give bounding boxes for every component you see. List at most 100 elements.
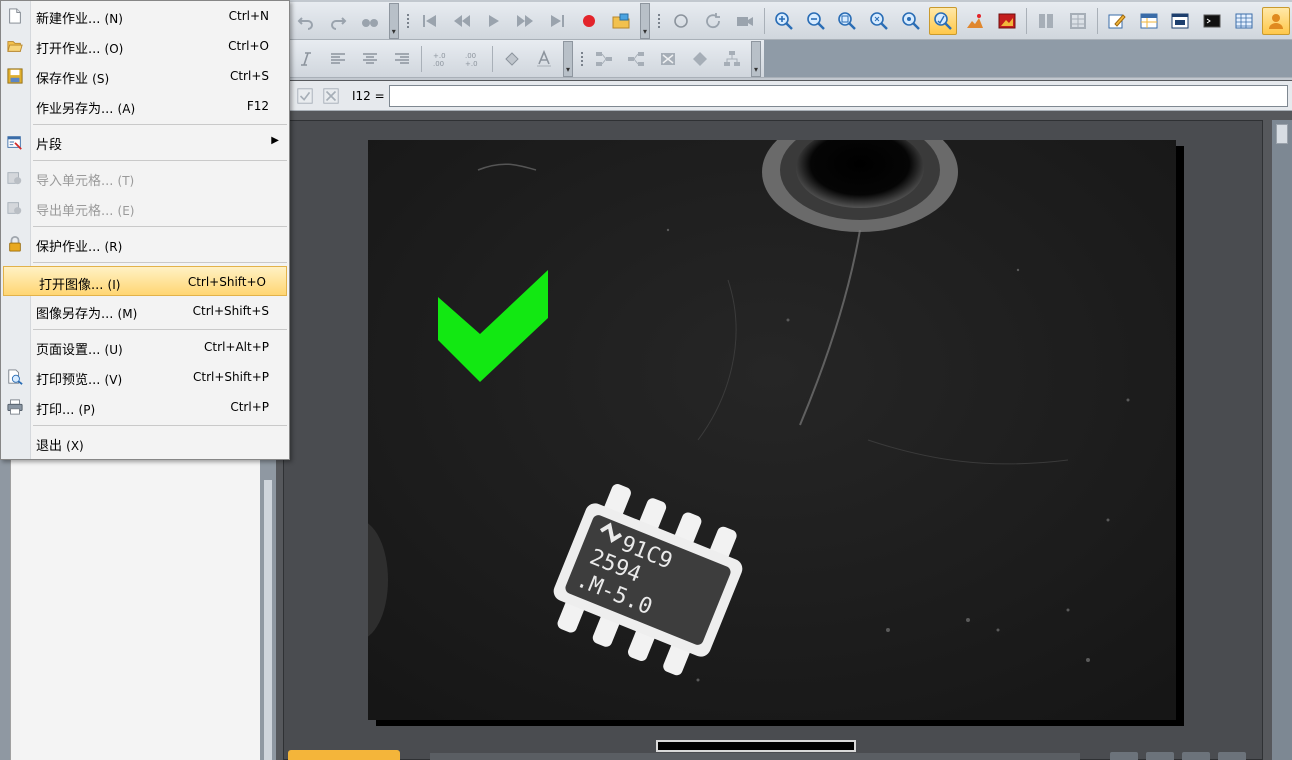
toolbar-overflow-chevron[interactable]: ▾: [388, 2, 399, 39]
open-image-folder-button[interactable]: [607, 7, 635, 35]
decrease-decimal-button[interactable]: .00 +.0: [459, 45, 487, 73]
nav-button-3[interactable]: [1182, 752, 1210, 760]
zoom-fit-button[interactable]: [833, 7, 861, 35]
camera-button[interactable]: [731, 7, 759, 35]
menu-separator: [33, 226, 287, 227]
menu-separator: [33, 329, 287, 330]
font-color-button[interactable]: [530, 45, 558, 73]
increase-decimal-icon: +.0.00: [433, 52, 446, 68]
record-button[interactable]: [575, 7, 603, 35]
horizontal-scrollbar[interactable]: [430, 753, 1080, 760]
increase-decimal-button[interactable]: +.0.00: [427, 45, 455, 73]
fill-color-button[interactable]: [498, 45, 526, 73]
skip-first-icon: [422, 14, 436, 27]
refresh-icon: [705, 12, 720, 28]
menu-item-save-job[interactable]: 保存作业 (S) Ctrl+S: [1, 61, 289, 91]
svg-text:+.0: +.0: [465, 60, 478, 68]
find-button[interactable]: [356, 7, 384, 35]
menu-separator: [33, 425, 287, 426]
terminal-view-button[interactable]: [1198, 7, 1226, 35]
skip-last-icon: [551, 14, 565, 27]
zoom-out-button[interactable]: [802, 7, 830, 35]
menu-item-page-setup[interactable]: 页面设置... (U) Ctrl+Alt+P: [1, 332, 289, 362]
menu-item-snippet[interactable]: 片段 ▶: [1, 127, 289, 157]
refresh-button[interactable]: [699, 7, 727, 35]
toolbar-grip-3[interactable]: [578, 44, 586, 74]
pane-splitter[interactable]: [264, 480, 272, 760]
format-toolbar-chevron-2[interactable]: ▾: [751, 40, 761, 77]
menu-shortcut: Ctrl+Shift+P: [193, 370, 269, 384]
zoom-fit-icon: [838, 11, 857, 30]
menu-shortcut: Ctrl+Shift+O: [187, 275, 266, 289]
terminal-icon: [1203, 14, 1221, 27]
menu-item-save-image-as[interactable]: 图像另存为... (M) Ctrl+Shift+S: [1, 296, 289, 326]
zoom-fill-button[interactable]: [897, 7, 925, 35]
first-image-button[interactable]: [416, 7, 444, 35]
formula-cancel-button[interactable]: [320, 85, 342, 107]
camera-image[interactable]: 91C9 2594 .M-5.0: [368, 140, 1176, 720]
zoom-selected-button[interactable]: [929, 6, 958, 35]
graphics-overlay-icon: [967, 13, 984, 28]
spreadsheet-icon: [1140, 13, 1158, 28]
user-online-button[interactable]: [1262, 6, 1291, 35]
graphics-overlay-button[interactable]: [961, 7, 989, 35]
layout-grid-button[interactable]: [1064, 7, 1092, 35]
fast-forward-button[interactable]: [511, 7, 539, 35]
menu-item-open-job[interactable]: 打开作业... (O) Ctrl+O: [1, 31, 289, 61]
dependency-trace-button[interactable]: [590, 45, 618, 73]
edit-properties-button[interactable]: [1103, 7, 1131, 35]
image-view-button[interactable]: [993, 7, 1021, 35]
menu-item-save-job-as[interactable]: 作业另存为... (A) F12: [1, 91, 289, 121]
menu-item-exit[interactable]: 退出 (X): [1, 428, 289, 458]
bottom-tab[interactable]: [288, 750, 400, 760]
menu-item-open-image[interactable]: 打开图像... (I) Ctrl+Shift+O: [3, 266, 287, 296]
nav-button-4[interactable]: [1218, 752, 1246, 760]
play-button[interactable]: [479, 7, 507, 35]
toolbar-overflow-chevron-2[interactable]: ▾: [640, 2, 650, 39]
precedents-button[interactable]: [622, 45, 650, 73]
import-cells-icon: [6, 169, 24, 187]
menu-item-print[interactable]: 打印... (P) Ctrl+P: [1, 392, 289, 422]
rewind-button[interactable]: [448, 7, 476, 35]
custom-view-button[interactable]: [1167, 7, 1195, 35]
align-left-button[interactable]: [324, 45, 352, 73]
zoom-actual-button[interactable]: [865, 7, 893, 35]
formula-accept-button[interactable]: [294, 85, 316, 107]
table-view-button[interactable]: [1230, 7, 1258, 35]
last-image-button[interactable]: [543, 7, 571, 35]
left-pane-content[interactable]: [10, 460, 260, 760]
redo-button[interactable]: [324, 7, 352, 35]
right-side-tab[interactable]: [1276, 124, 1288, 144]
undo-button[interactable]: [292, 7, 320, 35]
cancel-box-icon: [323, 87, 339, 104]
menu-item-import-cells[interactable]: 导入单元格... (T): [1, 163, 289, 193]
fast-forward-icon: [517, 14, 534, 27]
live-mode-button[interactable]: [667, 7, 695, 35]
tree-button[interactable]: [718, 45, 746, 73]
svg-text:+.0: +.0: [433, 52, 446, 60]
font-color-icon: [537, 49, 551, 67]
zoom-in-button[interactable]: [770, 7, 798, 35]
toolbar-grip-2[interactable]: [655, 6, 663, 36]
zoom-actual-icon: [870, 11, 889, 30]
format-toolbar-chevron[interactable]: ▾: [563, 40, 573, 77]
formula-input[interactable]: [388, 84, 1288, 107]
diamond-button[interactable]: [686, 45, 714, 73]
layout-columns-button[interactable]: [1032, 7, 1060, 35]
menu-item-print-preview[interactable]: 打印预览... (V) Ctrl+Shift+P: [1, 362, 289, 392]
menu-item-new-job[interactable]: 新建作业... (N) Ctrl+N: [1, 1, 289, 31]
remove-arrows-button[interactable]: [654, 45, 682, 73]
menu-item-protect-job[interactable]: 保护作业... (R): [1, 229, 289, 259]
align-right-button[interactable]: [388, 45, 416, 73]
menu-separator: [33, 160, 287, 161]
nav-button-1[interactable]: [1110, 752, 1138, 760]
window-icon: [1171, 13, 1189, 28]
italic-button[interactable]: [292, 45, 320, 73]
toolbar-grip[interactable]: [404, 6, 412, 36]
spreadsheet-view-button[interactable]: [1135, 7, 1163, 35]
user-icon: [1269, 13, 1284, 29]
menu-item-export-cells[interactable]: 导出单元格... (E): [1, 193, 289, 223]
diamond-icon: [693, 51, 707, 66]
nav-button-2[interactable]: [1146, 752, 1174, 760]
align-center-button[interactable]: [356, 45, 384, 73]
